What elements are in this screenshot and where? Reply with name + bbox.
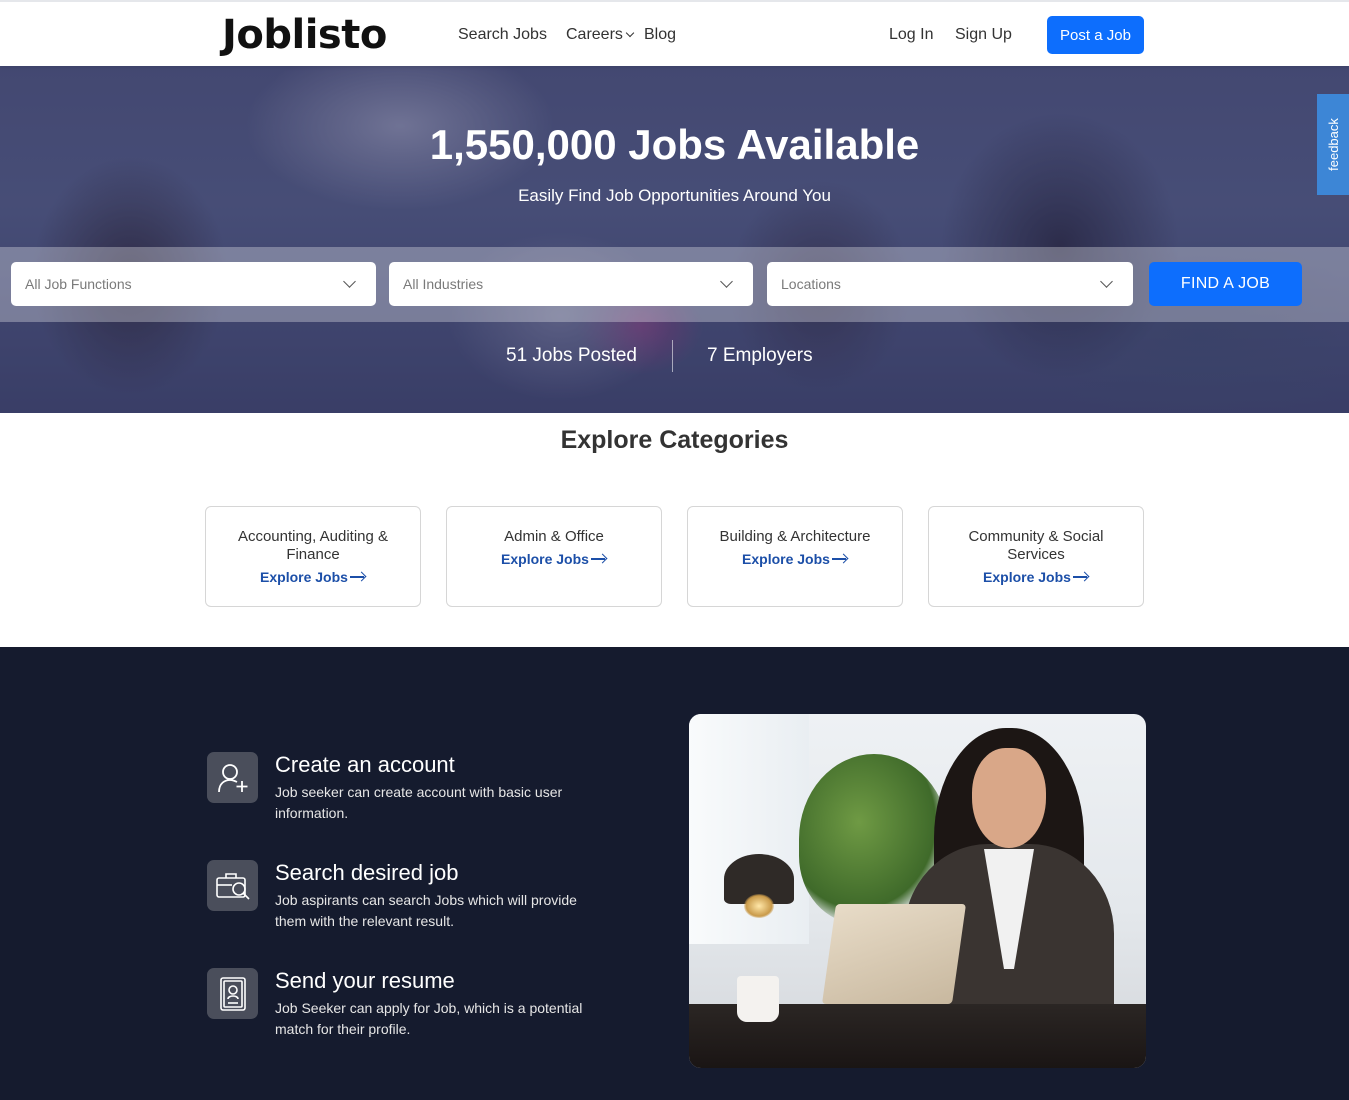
category-card[interactable]: Admin & Office Explore Jobs [446, 506, 662, 607]
arrow-right-icon [349, 572, 366, 582]
nav-search-jobs[interactable]: Search Jobs [458, 26, 547, 44]
hero-title: 1,550,000 Jobs Available [429, 121, 920, 168]
arrow-right-icon [590, 554, 607, 564]
explore-jobs-link[interactable]: Explore Jobs [742, 551, 848, 567]
site-header: Joblisto Search Jobs Careers Blog Log In… [0, 0, 1349, 66]
resume-icon [207, 968, 258, 1019]
industries-value: All Industries [403, 276, 484, 292]
nav-careers[interactable]: Careers [566, 26, 635, 44]
step-description: Job seeker can create account with basic… [275, 784, 563, 821]
category-card[interactable]: Accounting, Auditing & Finance Explore J… [205, 506, 421, 607]
explore-jobs-link[interactable]: Explore Jobs [983, 569, 1089, 585]
job-functions-select[interactable]: All Job Functions [11, 262, 376, 306]
explore-jobs-label: Explore Jobs [260, 569, 348, 585]
jobs-posted-stat: 51 Jobs Posted [506, 345, 637, 366]
category-name: Accounting, Auditing & Finance [237, 528, 389, 563]
hero-banner: 1,550,000 Jobs Available Easily Find Job… [0, 66, 1349, 413]
joblisto-logo[interactable]: Joblisto [222, 12, 387, 58]
post-job-button[interactable]: Post a Job [1047, 16, 1144, 54]
category-card[interactable]: Community & Social Services Explore Jobs [928, 506, 1144, 607]
category-name: Community & Social Services [968, 528, 1104, 563]
category-name: Admin & Office [504, 528, 604, 545]
employers-stat: 7 Employers [707, 345, 813, 366]
explore-jobs-label: Explore Jobs [742, 551, 830, 567]
category-card[interactable]: Building & Architecture Explore Jobs [687, 506, 903, 607]
briefcase-search-icon [207, 860, 258, 911]
chevron-down-icon [720, 275, 733, 288]
step-description: Job Seeker can apply for Job, which is a… [275, 1000, 583, 1037]
find-job-button[interactable]: FIND A JOB [1149, 262, 1302, 306]
arrow-right-icon [1072, 572, 1089, 582]
signup-link[interactable]: Sign Up [955, 26, 1012, 44]
industries-select[interactable]: All Industries [389, 262, 753, 306]
stat-divider [672, 340, 673, 372]
logo-text: Joblisto [222, 12, 387, 58]
nav-careers-label: Careers [566, 26, 623, 43]
explore-jobs-label: Explore Jobs [983, 569, 1071, 585]
professional-woman-photo [689, 714, 1146, 1068]
nav-blog[interactable]: Blog [644, 26, 676, 44]
add-user-icon [207, 752, 258, 803]
step-title: Send your resume [275, 968, 455, 993]
explore-jobs-link[interactable]: Explore Jobs [501, 551, 607, 567]
chevron-down-icon [343, 275, 356, 288]
locations-select[interactable]: Locations [767, 262, 1133, 306]
step-title: Create an account [275, 752, 455, 777]
category-name: Building & Architecture [719, 528, 871, 545]
explore-jobs-link[interactable]: Explore Jobs [260, 569, 366, 585]
categories-title: Explore Categories [560, 426, 789, 454]
chevron-down-icon [625, 28, 635, 38]
chevron-down-icon [1100, 275, 1113, 288]
job-functions-value: All Job Functions [25, 276, 132, 292]
login-link[interactable]: Log In [889, 26, 933, 44]
feedback-label: feedback [1325, 118, 1341, 171]
step-description: Job aspirants can search Jobs which will… [275, 892, 577, 929]
locations-value: Locations [781, 276, 841, 292]
arrow-right-icon [831, 554, 848, 564]
step-title: Search desired job [275, 860, 459, 885]
hero-subtitle: Easily Find Job Opportunities Around You [518, 186, 831, 205]
how-it-works-section: Create an account Job seeker can create … [0, 647, 1349, 1100]
search-bar: All Job Functions All Industries Locatio… [0, 247, 1349, 322]
explore-jobs-label: Explore Jobs [501, 551, 589, 567]
feedback-tab[interactable]: feedback [1317, 94, 1349, 195]
